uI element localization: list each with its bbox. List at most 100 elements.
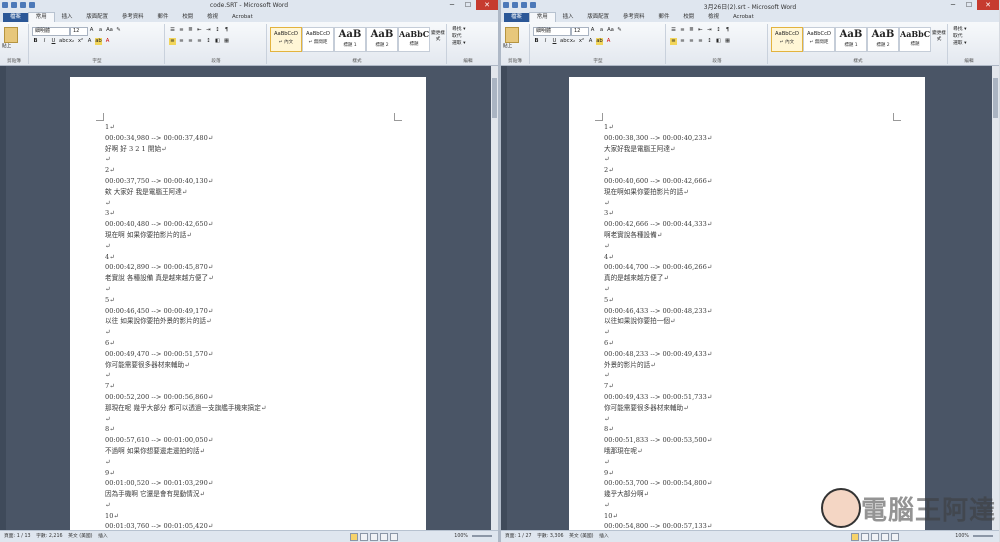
tab-file[interactable]: 檔案	[3, 13, 28, 22]
maximize-button[interactable]: ☐	[460, 0, 476, 10]
document-line[interactable]: ↵	[105, 500, 406, 511]
style-no-spacing[interactable]: AaBbCcD ↵ 無間距	[302, 27, 334, 52]
document-line[interactable]: 不過啊 如果你想要邊走邊拍的話↵	[105, 446, 406, 457]
full-screen-icon[interactable]	[861, 533, 869, 541]
grow-font-icon[interactable]: A	[88, 27, 95, 34]
document-page[interactable]: 1↵ 00:00:34,980 --> 00:00:37,480↵ 好啊 好 3 2…	[70, 77, 426, 531]
line-spacing-icon[interactable]: ↕	[706, 38, 713, 45]
document-line[interactable]: ↵	[105, 241, 406, 252]
shrink-font-icon[interactable]: a	[97, 27, 104, 34]
draft-icon[interactable]	[891, 533, 899, 541]
strikethrough-icon[interactable]: abc	[59, 38, 69, 45]
maximize-button[interactable]: ☐	[961, 0, 977, 10]
tab-view[interactable]: 檢視	[701, 13, 726, 22]
document-line[interactable]: ↵	[105, 327, 406, 338]
font-name-select[interactable]: 細明體	[32, 27, 70, 36]
insert-mode[interactable]: 插入	[98, 534, 108, 539]
document-line[interactable]: 3↵	[105, 208, 406, 219]
subscript-icon[interactable]: x₂	[569, 38, 576, 45]
sort-icon[interactable]: ↕	[715, 27, 722, 34]
shading-icon[interactable]: ◧	[715, 38, 722, 45]
decrease-indent-icon[interactable]: ⇤	[196, 27, 203, 34]
tab-insert[interactable]: 插入	[556, 13, 581, 22]
document-line[interactable]: 因為手機啊 它還是會有晃動情況↵	[105, 489, 406, 500]
document-line[interactable]: ↵	[604, 370, 905, 381]
grow-font-icon[interactable]: A	[589, 27, 596, 34]
document-line[interactable]: 5↵	[604, 295, 905, 306]
document-line[interactable]: 4↵	[604, 252, 905, 263]
numbering-icon[interactable]: ≡	[679, 27, 686, 34]
document-line[interactable]: 以往 如果說你要拍外景的影片的話↵	[105, 316, 406, 327]
print-layout-icon[interactable]	[851, 533, 859, 541]
change-case-icon[interactable]: Aa	[607, 27, 614, 34]
vertical-scrollbar[interactable]	[992, 66, 999, 531]
tab-home[interactable]: 常用	[528, 12, 556, 22]
tab-review[interactable]: 校閱	[175, 13, 200, 22]
justify-icon[interactable]: ≡	[196, 38, 203, 45]
find-button[interactable]: 尋找 ▾	[452, 26, 466, 33]
document-line[interactable]: 00:00:46,433 --> 00:00:48,233↵	[604, 306, 905, 317]
document-line[interactable]: 00:00:52,200 --> 00:00:56,860↵	[105, 392, 406, 403]
tab-references[interactable]: 參考資料	[115, 13, 151, 22]
tab-home[interactable]: 常用	[27, 12, 55, 22]
document-line[interactable]: 你可能需要很多器材來輔助↵	[105, 360, 406, 371]
document-line[interactable]: 以往如果說你要拍一個↵	[604, 316, 905, 327]
document-line[interactable]: 00:00:51,833 --> 00:00:53,500↵	[604, 435, 905, 446]
bold-icon[interactable]: B	[32, 38, 39, 45]
document-line[interactable]: 5↵	[105, 295, 406, 306]
document-text[interactable]: 1↵ 00:00:34,980 --> 00:00:37,480↵ 好啊 好 3 2…	[105, 122, 406, 532]
document-line[interactable]: 00:00:40,600 --> 00:00:42,666↵	[604, 176, 905, 187]
full-screen-icon[interactable]	[360, 533, 368, 541]
document-line[interactable]: 哦那現在呢↵	[604, 446, 905, 457]
outline-icon[interactable]	[881, 533, 889, 541]
style-normal[interactable]: AaBbCcD ↵ 內文	[771, 27, 803, 52]
change-styles-button[interactable]: 變更樣式	[431, 30, 445, 42]
word-count[interactable]: 字數: 3,306	[537, 534, 563, 539]
style-heading-2[interactable]: AaB 標題 2	[366, 27, 398, 52]
borders-icon[interactable]: ▦	[223, 38, 230, 45]
document-line[interactable]: 欸 大家好 我是電腦王阿達↵	[105, 187, 406, 198]
align-center-icon[interactable]: ≡	[679, 38, 686, 45]
shading-icon[interactable]: ◧	[214, 38, 221, 45]
zoom-slider[interactable]	[973, 535, 993, 537]
document-line[interactable]: 9↵	[604, 468, 905, 479]
bullets-icon[interactable]: ☰	[670, 27, 677, 34]
document-line[interactable]: 8↵	[604, 424, 905, 435]
scroll-thumb[interactable]	[993, 78, 998, 118]
document-line[interactable]: 00:00:44,700 --> 00:00:46,266↵	[604, 262, 905, 273]
zoom-level[interactable]: 100%	[955, 531, 969, 542]
document-line[interactable]: ↵	[604, 198, 905, 209]
insert-mode[interactable]: 插入	[599, 534, 609, 539]
style-heading-2[interactable]: AaB 標題 2	[867, 27, 899, 52]
document-line[interactable]: 00:00:40,480 --> 00:00:42,650↵	[105, 219, 406, 230]
document-line[interactable]: 2↵	[604, 165, 905, 176]
decrease-indent-icon[interactable]: ⇤	[697, 27, 704, 34]
select-button[interactable]: 選取 ▾	[953, 40, 967, 47]
font-size-select[interactable]: 12	[571, 27, 589, 36]
italic-icon[interactable]: I	[41, 38, 48, 45]
document-line[interactable]: ↵	[105, 198, 406, 209]
align-left-icon[interactable]: ≡	[670, 38, 677, 45]
style-heading-1[interactable]: AaB 標題 1	[334, 27, 366, 52]
italic-icon[interactable]: I	[542, 38, 549, 45]
style-normal[interactable]: AaBbCcD ↵ 內文	[270, 27, 302, 52]
page-count[interactable]: 頁面: 1 / 27	[505, 534, 532, 539]
document-line[interactable]: ↵	[105, 457, 406, 468]
page-count[interactable]: 頁面: 1 / 13	[4, 534, 31, 539]
language[interactable]: 英文 (美國)	[569, 534, 593, 539]
shrink-font-icon[interactable]: a	[598, 27, 605, 34]
document-line[interactable]: 2↵	[105, 165, 406, 176]
paste-icon[interactable]	[4, 27, 18, 43]
document-line[interactable]: 00:00:38,300 --> 00:00:40,233↵	[604, 133, 905, 144]
document-line[interactable]: 6↵	[604, 338, 905, 349]
document-line[interactable]: 00:00:57,610 --> 00:01:00,050↵	[105, 435, 406, 446]
zoom-level[interactable]: 100%	[454, 531, 468, 542]
document-line[interactable]: ↵	[604, 241, 905, 252]
document-line[interactable]: ↵	[604, 284, 905, 295]
document-line[interactable]: 4↵	[105, 252, 406, 263]
tab-references[interactable]: 參考資料	[616, 13, 652, 22]
show-marks-icon[interactable]: ¶	[223, 27, 230, 34]
tab-mailings[interactable]: 郵件	[151, 13, 176, 22]
document-line[interactable]: 你可能需要很多器材來輔助↵	[604, 403, 905, 414]
style-title[interactable]: AaBbC 標題	[398, 27, 430, 52]
